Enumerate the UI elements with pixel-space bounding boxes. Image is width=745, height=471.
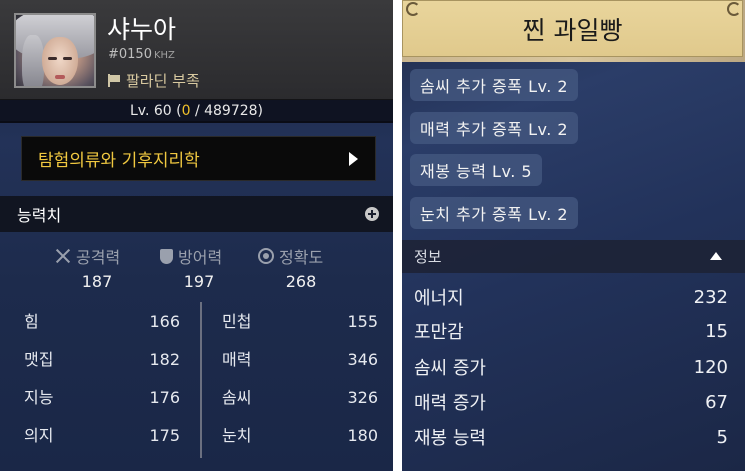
attr-label: 민첩 [222, 312, 252, 331]
target-icon [258, 248, 274, 264]
combat-stat-attack: 공격력 [55, 244, 120, 268]
character-name: 샤누아 [107, 15, 177, 44]
shield-icon [160, 248, 173, 264]
item-title-plate: 찐 과일빵 [402, 0, 743, 57]
info-row: 포만감 15 [414, 318, 728, 344]
attr-label: 솜씨 [222, 388, 252, 407]
info-label: 재봉 능력 [414, 428, 486, 449]
item-tooltip: 찐 과일빵 솜씨 추가 증폭 Lv. 2 매력 추가 증폭 Lv. 2 재봉 능… [402, 0, 745, 471]
buff-pill: 눈치 추가 증폭 Lv. 2 [410, 197, 579, 229]
buff-pill: 솜씨 추가 증폭 Lv. 2 [410, 69, 579, 101]
ornament-swirl-icon [406, 2, 420, 16]
collapse-triangle-icon[interactable] [710, 252, 722, 260]
attr-value: 326 [347, 388, 378, 407]
level-prefix: Lv. 60 ( [129, 103, 182, 119]
attr-value: 180 [347, 426, 378, 445]
attr-label: 의지 [24, 426, 54, 445]
character-panel: 샤누아 #0150 KHZ 팔라딘 부족 Lv. 60 (0 / 489728) … [0, 0, 393, 471]
portrait-hair-side [22, 35, 44, 86]
info-row: 재봉 능력 5 [414, 424, 728, 450]
arrow-right-icon [349, 152, 358, 166]
info-label: 포만감 [414, 322, 464, 343]
buff-pill: 재봉 능력 Lv. 5 [410, 154, 543, 186]
info-label: 에너지 [414, 288, 464, 309]
attr-label: 지능 [24, 388, 54, 407]
attr-value: 182 [149, 350, 180, 369]
combat-stat-label: 방어력 [178, 248, 223, 267]
attr-value: 176 [149, 388, 180, 407]
combat-stat-value: 197 [183, 272, 215, 291]
info-value: 5 [716, 426, 728, 448]
level-bar: Lv. 60 (0 / 489728) [0, 100, 393, 122]
character-id-unit: KHZ [153, 50, 175, 61]
flag-icon [107, 74, 121, 87]
buff-pill: 매력 추가 증폭 Lv. 2 [410, 112, 579, 144]
attr-label: 눈치 [222, 426, 252, 445]
exp-current: 0 [181, 103, 191, 119]
info-value: 120 [693, 356, 728, 378]
combat-stat-value: 268 [285, 272, 317, 291]
character-portrait[interactable] [14, 13, 96, 88]
attr-label: 맷집 [24, 350, 54, 369]
panel-gap [393, 0, 402, 471]
character-id-number: #0150 [108, 47, 152, 62]
combat-stat-value: 187 [81, 272, 113, 291]
info-row: 매력 증가 67 [414, 389, 728, 415]
attr-value: 346 [347, 350, 378, 369]
info-value: 232 [693, 286, 728, 308]
attr-label: 힘 [24, 312, 39, 331]
attr-label: 매력 [222, 350, 252, 369]
explore-title-button[interactable]: 탐험의류와 기후지리학 [21, 136, 376, 181]
attr-value: 155 [347, 312, 378, 331]
character-id: #0150 KHZ [108, 47, 175, 62]
portrait-eye-left [48, 57, 57, 60]
info-value: 15 [705, 320, 728, 342]
combat-stat-accuracy: 정확도 [258, 244, 323, 268]
combat-stat-label: 정확도 [279, 248, 324, 267]
sword-icon [55, 248, 71, 264]
character-header: 샤누아 #0150 KHZ 팔라딘 부족 [0, 0, 393, 100]
portrait-lips [55, 75, 65, 79]
plus-circle-icon[interactable] [365, 207, 379, 221]
attr-value: 175 [149, 426, 180, 445]
exp-rest: / 489728) [190, 103, 264, 119]
guild-row[interactable]: 팔라딘 부족 [107, 70, 200, 91]
portrait-eye-right [63, 57, 72, 60]
info-section-header[interactable]: 정보 [402, 240, 745, 273]
stats-header: 능력치 [0, 196, 393, 232]
stats-divider [200, 302, 202, 458]
ornament-swirl-icon [727, 2, 741, 16]
guild-name: 팔라딘 부족 [126, 72, 200, 90]
combat-stat-label: 공격력 [76, 248, 121, 267]
item-title: 찐 과일빵 [522, 15, 623, 45]
attr-value: 166 [149, 312, 180, 331]
info-header-label: 정보 [414, 248, 442, 266]
info-label: 솜씨 증가 [414, 358, 486, 379]
combat-stat-defense: 방어력 [160, 244, 222, 268]
stats-header-label: 능력치 [17, 206, 62, 225]
exp-progress-bar [0, 121, 393, 123]
info-row: 에너지 232 [414, 284, 728, 310]
info-row: 솜씨 증가 120 [414, 354, 728, 380]
info-value: 67 [705, 391, 728, 413]
explore-title-label: 탐험의류와 기후지리학 [38, 151, 200, 171]
info-label: 매력 증가 [414, 393, 486, 414]
